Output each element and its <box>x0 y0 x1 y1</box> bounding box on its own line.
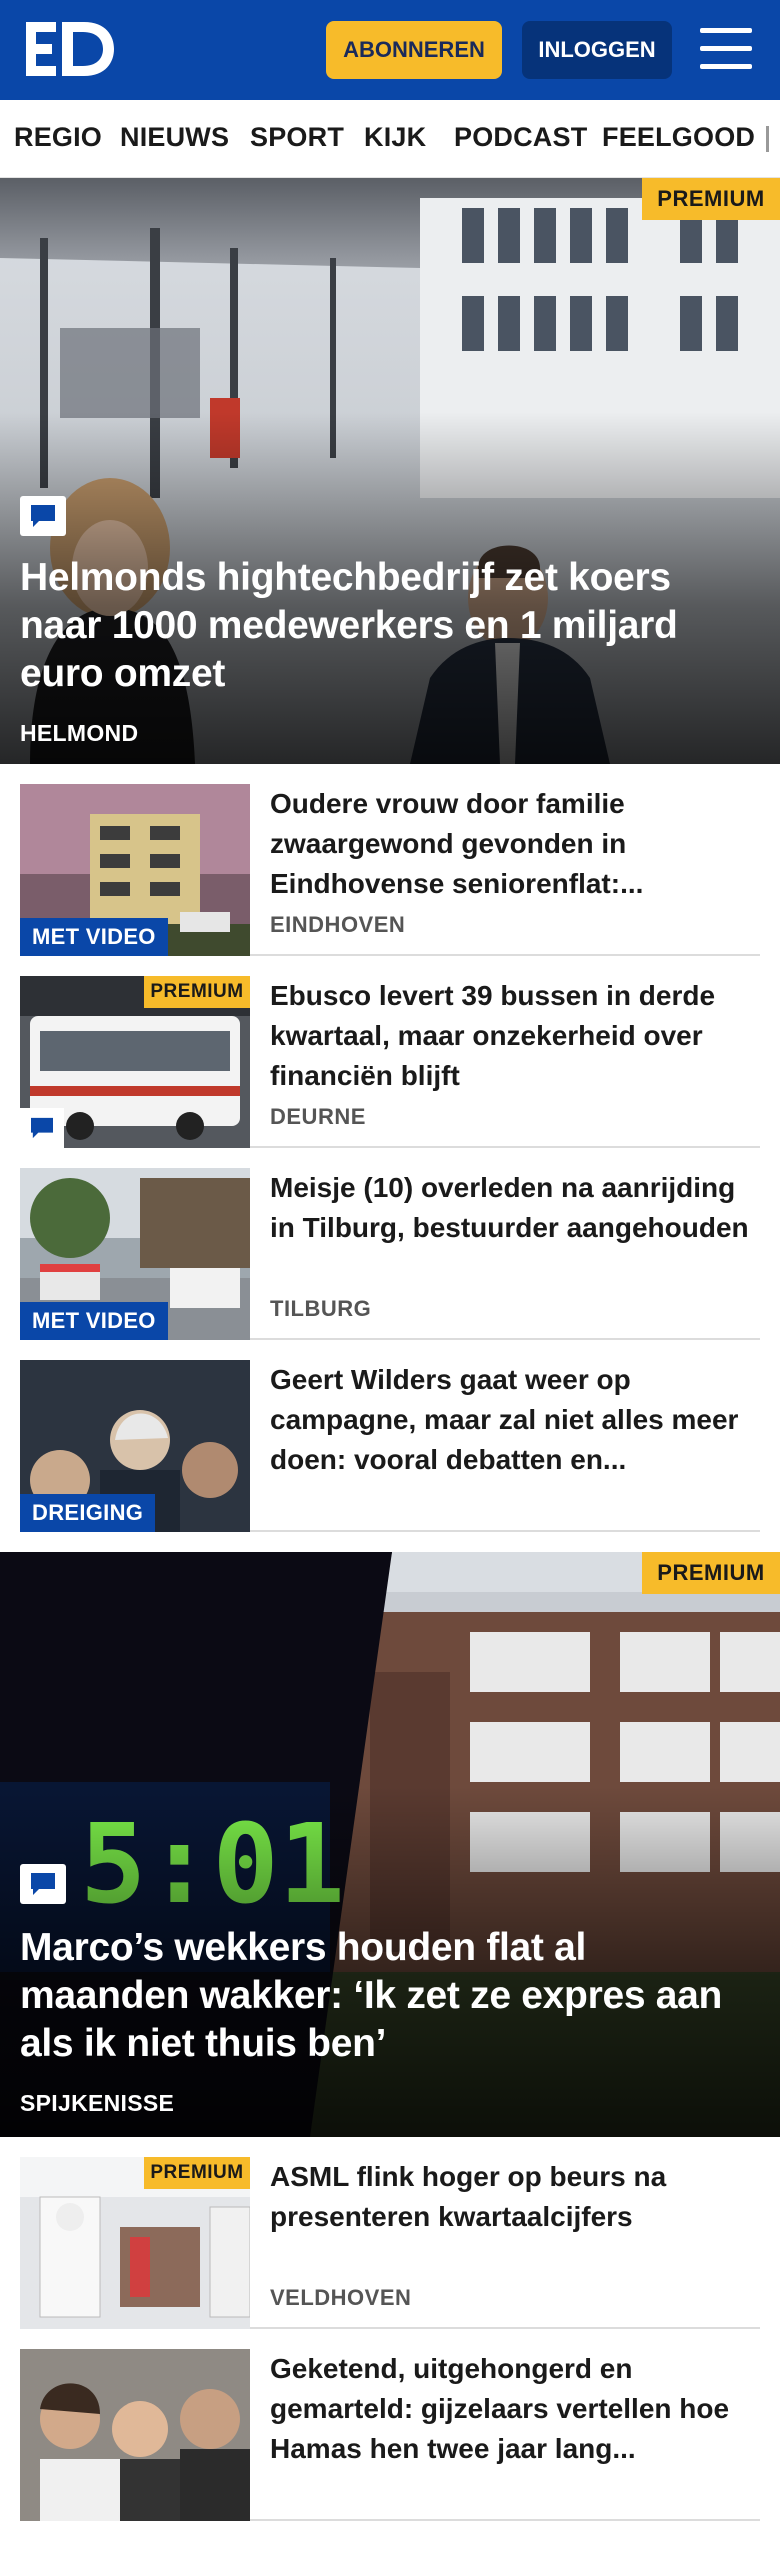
list-item[interactable]: MET VIDEO Meisje (10) overleden na aanri… <box>20 1148 760 1340</box>
threat-label: DREIGING <box>20 1494 156 1532</box>
nav-item-kijk[interactable]: KIJK <box>364 122 426 153</box>
nav-item-podcast[interactable]: PODCAST <box>454 122 587 153</box>
article-thumbnail <box>20 2349 250 2521</box>
article-location: EINDHOVEN <box>270 912 406 937</box>
premium-badge: PREMIUM <box>642 178 780 220</box>
list-item[interactable]: Geketend, uitgehongerd en gemarteld: gij… <box>20 2329 760 2521</box>
article-headline[interactable]: Geketend, uitgehongerd en gemarteld: gij… <box>270 2349 760 2469</box>
nav-item-nieuws[interactable]: NIEUWS <box>120 122 229 153</box>
article-thumbnail: DREIGING <box>20 1360 250 1532</box>
section-nav: REGIO NIEUWS SPORT KIJK PODCAST FEELGOOD <box>0 100 780 178</box>
article-thumbnail: PREMIUM <box>20 2157 250 2329</box>
article-location: TILBURG <box>270 1296 372 1321</box>
hero-location: SPIJKENISSE <box>20 2090 175 2116</box>
hero-location: HELMOND <box>20 720 139 746</box>
article-location: VELDHOVEN <box>270 2285 412 2310</box>
list-item[interactable]: PREMIUM ASML flink hoger op beurs na pre… <box>20 2137 760 2329</box>
login-button[interactable]: INLOGGEN <box>522 21 672 79</box>
video-label: MET VIDEO <box>20 1302 168 1340</box>
hamburger-icon[interactable] <box>700 26 752 72</box>
nav-item-regio[interactable]: REGIO <box>14 122 102 153</box>
nav-item-sport[interactable]: SPORT <box>250 122 344 153</box>
article-location: DEURNE <box>270 1104 366 1129</box>
article-headline[interactable]: Geert Wilders gaat weer op campagne, maa… <box>270 1360 760 1480</box>
article-headline[interactable]: ASML flink hoger op beurs na presenteren… <box>270 2157 760 2277</box>
article-headline[interactable]: Oudere vrouw door familie zwaargewond ge… <box>270 784 760 904</box>
nav-item-feelgood[interactable]: FEELGOOD <box>602 122 755 153</box>
logo-mark <box>26 22 114 76</box>
list-item[interactable]: DREIGING Geert Wilders gaat weer op camp… <box>20 1340 760 1532</box>
comment-icon <box>20 1864 66 1904</box>
premium-badge: PREMIUM <box>144 2157 250 2189</box>
hero-headline[interactable]: Marco’s wekkers houden flat al maanden w… <box>20 1924 760 2068</box>
video-label: MET VIDEO <box>20 918 168 956</box>
article-headline[interactable]: Ebusco levert 39 bussen in derde kwartaa… <box>270 976 760 1096</box>
article-thumbnail: PREMIUM <box>20 976 250 1148</box>
article-thumbnail: MET VIDEO <box>20 1168 250 1340</box>
site-logo[interactable] <box>26 18 118 80</box>
premium-badge: PREMIUM <box>642 1552 780 1594</box>
top-header: ABONNEREN INLOGGEN <box>0 0 780 100</box>
subscribe-button[interactable]: ABONNEREN <box>326 21 502 79</box>
hero-article-spijkenisse[interactable]: 5:01 PREMIUM Marco’s wekkers houden flat… <box>0 1552 780 2137</box>
comment-icon <box>20 496 66 536</box>
hero-headline[interactable]: Helmonds hightechbedrijf zet koers naar … <box>20 554 760 698</box>
list-item[interactable]: MET VIDEO Oudere vrouw door familie zwaa… <box>20 764 760 956</box>
premium-badge: PREMIUM <box>144 976 250 1008</box>
list-item[interactable]: PREMIUM Ebusco levert 39 bussen in derde… <box>20 956 760 1148</box>
article-thumbnail: MET VIDEO <box>20 784 250 956</box>
comment-icon <box>20 1108 64 1148</box>
nav-overflow-indicator <box>766 126 769 152</box>
hero-article-helmond[interactable]: PREMIUM Helmonds hightechbedrijf zet koe… <box>0 178 780 764</box>
article-headline[interactable]: Meisje (10) overleden na aanrijding in T… <box>270 1168 760 1288</box>
